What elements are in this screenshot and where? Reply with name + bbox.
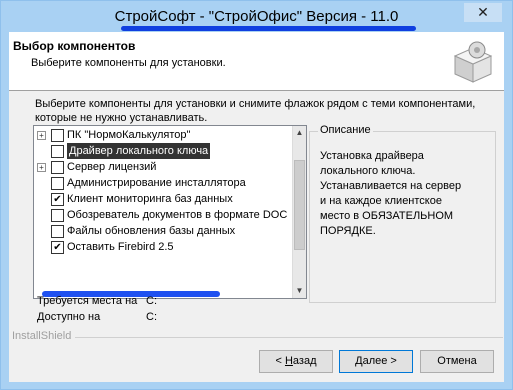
scroll-thumb[interactable] — [294, 160, 305, 250]
component-checkbox[interactable] — [51, 161, 64, 174]
instructions-text: Выберите компоненты для установки и сним… — [35, 98, 476, 124]
scroll-up-arrow-icon[interactable]: ▲ — [293, 126, 306, 140]
footer-divider — [75, 337, 503, 338]
component-checkbox[interactable] — [51, 177, 64, 190]
page-title: Выбор компонентов — [13, 39, 136, 53]
dialog-header: Выбор компонентов Выберите компоненты дл… — [9, 32, 504, 91]
component-checkbox[interactable]: ✔ — [51, 241, 64, 254]
title-bar[interactable]: СтройСофт - "СтройОфис" Версия - 11.0 ✕ — [1, 1, 512, 32]
description-text: Установка драйвера локального ключа. Уст… — [320, 150, 462, 237]
component-checkbox[interactable] — [51, 129, 64, 142]
description-group: Описание Установка драйвера локального к… — [309, 124, 496, 303]
tree-item-label: Сервер лицензий — [67, 161, 157, 173]
required-space-label: Требуется места на — [37, 295, 138, 307]
available-space-value: C: — [146, 311, 157, 323]
installer-window: СтройСофт - "СтройОфис" Версия - 11.0 ✕ … — [0, 0, 513, 390]
expand-plus-icon[interactable]: + — [37, 131, 46, 140]
tree-item[interactable]: ✔ Оставить Firebird 2.5 — [34, 239, 290, 255]
close-button[interactable]: ✕ — [464, 3, 502, 22]
tree-item-label: Оставить Firebird 2.5 — [67, 241, 174, 253]
installer-box-icon — [453, 41, 493, 83]
component-checkbox[interactable] — [51, 145, 64, 158]
tree-item[interactable]: Обозреватель документов в формате DOC — [34, 207, 290, 223]
tree-item[interactable]: Администрирование инсталлятора — [34, 175, 290, 191]
component-checkbox[interactable] — [51, 225, 64, 238]
dialog-client-area: Выбор компонентов Выберите компоненты дл… — [9, 32, 504, 382]
expand-plus-icon[interactable]: + — [37, 163, 46, 172]
tree-item-label: Драйвер локального ключа — [67, 143, 211, 159]
tree-item-label: Файлы обновления базы данных — [67, 225, 236, 237]
tree-item[interactable]: Драйвер локального ключа — [34, 143, 290, 159]
cancel-button[interactable]: Отмена — [420, 350, 494, 373]
components-tree[interactable]: + ПК "НормоКалькулятор" Драйвер локального… — [33, 125, 307, 299]
back-button[interactable]: < Назад — [259, 350, 333, 373]
tree-item-label: Обозреватель документов в формате DOC — [67, 209, 288, 221]
required-space-value: C: — [146, 295, 157, 307]
tree-item-label: Администрирование инсталлятора — [67, 177, 246, 189]
back-prefix: < — [275, 355, 285, 367]
title-highlight-marker — [121, 26, 416, 31]
back-label-rest: азад — [292, 355, 317, 367]
component-checkbox[interactable] — [51, 209, 64, 222]
next-button[interactable]: Далее > — [339, 350, 413, 373]
next-mnemonic: Д — [355, 355, 363, 367]
tree-item[interactable]: + ПК "НормоКалькулятор" — [34, 127, 290, 143]
tree-item[interactable]: Файлы обновления базы данных — [34, 223, 290, 239]
tree-item[interactable]: + Сервер лицензий — [34, 159, 290, 175]
installshield-brand: InstallShield — [12, 330, 72, 342]
tree-scrollbar[interactable]: ▲ ▼ — [292, 126, 306, 298]
page-subtitle: Выберите компоненты для установки. — [31, 57, 226, 69]
tree-item[interactable]: ✔ Клиент мониторинга баз данных — [34, 191, 290, 207]
description-title: Описание — [318, 124, 373, 136]
scroll-down-arrow-icon[interactable]: ▼ — [293, 284, 306, 298]
component-checkbox[interactable]: ✔ — [51, 193, 64, 206]
window-title: СтройСофт - "СтройОфис" Версия - 11.0 — [114, 8, 399, 25]
available-space-label: Доступно на — [37, 311, 101, 323]
back-mnemonic: Н — [284, 355, 293, 367]
next-label-rest: алее > — [362, 355, 397, 367]
tree-item-label: Клиент мониторинга баз данных — [67, 193, 233, 205]
tree-item-label: ПК "НормоКалькулятор" — [67, 129, 191, 141]
